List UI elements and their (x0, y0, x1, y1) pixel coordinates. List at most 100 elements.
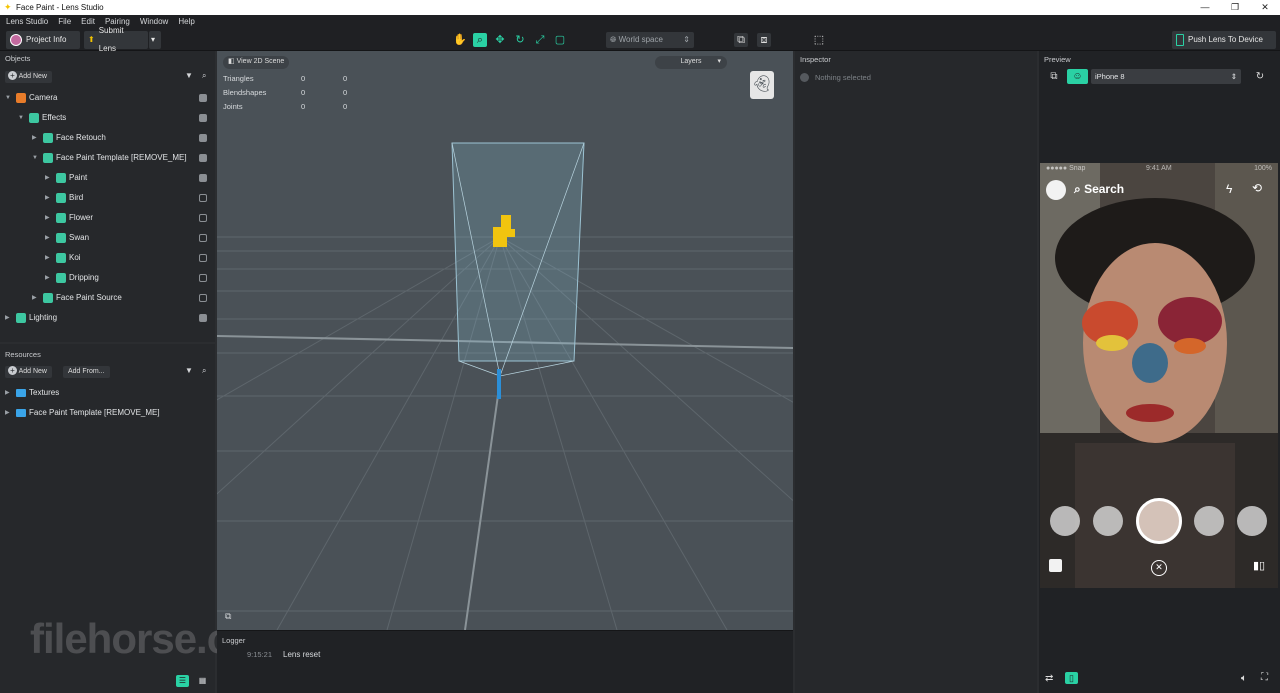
expand-icon[interactable]: ▶ (45, 208, 50, 228)
view-2d-scene-button[interactable]: ◧ View 2D Scene (223, 56, 290, 69)
search-bar[interactable]: ⌕ Search (1074, 182, 1124, 197)
scale-tool-icon[interactable]: ⤢ (533, 33, 547, 47)
tree-item-lighting[interactable]: ▶ Lighting (0, 308, 213, 328)
updown-icon: ⇕ (1230, 72, 1237, 81)
visibility-checkbox[interactable] (199, 234, 207, 242)
rect-tool-icon[interactable]: ▢ (553, 33, 567, 47)
menu-help[interactable]: Help (172, 15, 198, 26)
window-title: Face Paint - Lens Studio (16, 3, 104, 12)
lens-option[interactable] (1237, 506, 1267, 536)
phone-preview[interactable]: ●●●●● Snap 9:41 AM 100% ⌕ Search ϟ ⟲ ✕ ▮… (1040, 163, 1278, 588)
push-lens-button[interactable]: Push Lens To Device (1172, 31, 1276, 49)
close-lens-icon[interactable]: ✕ (1151, 560, 1167, 576)
filter-icon[interactable]: ▼ (185, 366, 193, 375)
swap-camera-icon[interactable]: ⇄ (1045, 673, 1053, 684)
expand-icon[interactable]: ▼ (5, 88, 11, 108)
cursor-mode-icon[interactable]: ⧉ (225, 611, 231, 622)
maximize-button[interactable]: ❐ (1220, 0, 1250, 15)
upload-icon: ⬆ (88, 35, 95, 44)
expand-icon[interactable]: ▶ (5, 403, 10, 423)
inspector-header: Inspector (800, 55, 831, 64)
expand-icon[interactable]: ▶ (45, 228, 50, 248)
title-bar: ✦ Face Paint - Lens Studio — ❐ ✕ (0, 0, 1280, 15)
close-button[interactable]: ✕ (1250, 0, 1280, 15)
list-view-icon[interactable]: ☰ (176, 675, 189, 687)
visibility-checkbox[interactable] (199, 294, 207, 302)
move-tool-icon[interactable]: ✥ (493, 33, 507, 47)
lens-option[interactable] (1194, 506, 1224, 536)
visibility-checkbox[interactable] (199, 254, 207, 262)
tree-item-paint[interactable]: ▶ Paint (0, 168, 213, 188)
menu-file[interactable]: File (52, 15, 75, 26)
filter-icon[interactable]: ▼ (185, 71, 193, 80)
visibility-checkbox[interactable] (199, 174, 207, 182)
menu-edit[interactable]: Edit (75, 15, 99, 26)
project-info-button[interactable]: Project Info (6, 31, 80, 49)
flash-off-icon[interactable]: ϟ (1226, 182, 1232, 196)
submit-lens-button[interactable]: ⬆ Submit Lens (84, 26, 148, 53)
snapcode-icon[interactable]: ⧈ (757, 33, 771, 47)
stories-icon[interactable]: ▮▯ (1253, 559, 1269, 572)
lens-option[interactable] (1050, 506, 1080, 536)
expand-icon[interactable]: ▶ (5, 383, 10, 403)
tree-item-face-paint-template[interactable]: ▼ Face Paint Template [REMOVE_ME] (0, 148, 213, 168)
tree-item-face-retouch[interactable]: ▶ Face Retouch (0, 128, 213, 148)
resources-add-new-button[interactable]: + Add New (5, 366, 52, 378)
face-preview-icon[interactable]: ☺ (1067, 69, 1088, 84)
tree-item-bird[interactable]: ▶ Bird (0, 188, 213, 208)
tree-item-swan[interactable]: ▶ Swan (0, 228, 213, 248)
tree-item-koi[interactable]: ▶ Koi (0, 248, 213, 268)
volume-icon[interactable]: 🔈︎ (1241, 673, 1247, 684)
expand-icon[interactable]: ▶ (45, 168, 50, 188)
grid-view-icon[interactable]: ▦ (196, 675, 209, 687)
tree-item-face-paint-source[interactable]: ▶ Face Paint Source (0, 288, 213, 308)
pair-device-icon[interactable]: ⬚ (812, 33, 826, 47)
tree-item-dripping[interactable]: ▶ Dripping (0, 268, 213, 288)
crop-icon[interactable]: ⛶ (1261, 672, 1268, 683)
visibility-checkbox[interactable] (199, 134, 207, 142)
visibility-checkbox[interactable] (199, 194, 207, 202)
device-frame-icon[interactable]: ▯ (1065, 672, 1078, 684)
menu-lens-studio[interactable]: Lens Studio (0, 15, 52, 26)
rotate-tool-icon[interactable]: ↻ (513, 33, 527, 47)
objects-add-new-button[interactable]: + Add New (5, 71, 52, 83)
expand-icon[interactable]: ▼ (32, 148, 38, 168)
expand-icon[interactable]: ▶ (45, 188, 50, 208)
select-tool-icon[interactable]: ⌕ (473, 33, 487, 47)
expand-icon[interactable]: ▶ (5, 308, 10, 328)
add-from-button[interactable]: Add From... (63, 366, 110, 378)
visibility-checkbox[interactable] (199, 154, 207, 162)
flip-camera-icon[interactable]: ⟲ (1252, 181, 1262, 195)
expand-icon[interactable]: ▶ (32, 128, 37, 148)
tree-item-effects[interactable]: ▼ Effects (0, 108, 213, 128)
minimize-button[interactable]: — (1190, 0, 1220, 15)
chat-icon[interactable] (1049, 559, 1062, 572)
refresh-icon[interactable]: ↻ (1253, 69, 1267, 84)
search-icon[interactable]: ⌕ (202, 71, 206, 81)
profile-icon[interactable] (1046, 180, 1066, 200)
pan-tool-icon[interactable]: ✋ (453, 33, 467, 47)
resource-item-face-paint-template[interactable]: ▶ Face Paint Template [REMOVE_ME] (0, 403, 213, 423)
expand-icon[interactable]: ▶ (45, 268, 50, 288)
snap-icon[interactable]: ⧉ (734, 33, 748, 47)
resource-item-textures[interactable]: ▶ Textures (0, 383, 213, 403)
submit-dropdown-button[interactable]: ▾ (149, 31, 161, 49)
tree-item-camera[interactable]: ▼ Camera (0, 88, 213, 108)
world-space-select[interactable]: 🌐︎ World space ⇕ (606, 32, 694, 48)
device-select[interactable]: iPhone 8 ⇕ (1091, 69, 1241, 84)
visibility-checkbox[interactable] (199, 94, 207, 102)
search-icon[interactable]: ⌕ (202, 366, 206, 376)
layers-dropdown[interactable]: Layers ▾ (655, 56, 727, 69)
lens-option[interactable] (1093, 506, 1123, 536)
expand-icon[interactable]: ▶ (32, 288, 37, 308)
visibility-checkbox[interactable] (199, 214, 207, 222)
visibility-checkbox[interactable] (199, 274, 207, 282)
expand-icon[interactable]: ▼ (18, 108, 24, 128)
capture-button[interactable] (1136, 498, 1182, 544)
copy-icon[interactable]: ⧉ (1047, 70, 1061, 84)
expand-icon[interactable]: ▶ (45, 248, 50, 268)
scene-viewport[interactable]: ◧ View 2D Scene Layers ▾ 👻︎ Triangles 0 0 … (217, 51, 793, 630)
visibility-checkbox[interactable] (199, 114, 207, 122)
visibility-checkbox[interactable] (199, 314, 207, 322)
tree-item-flower[interactable]: ▶ Flower (0, 208, 213, 228)
